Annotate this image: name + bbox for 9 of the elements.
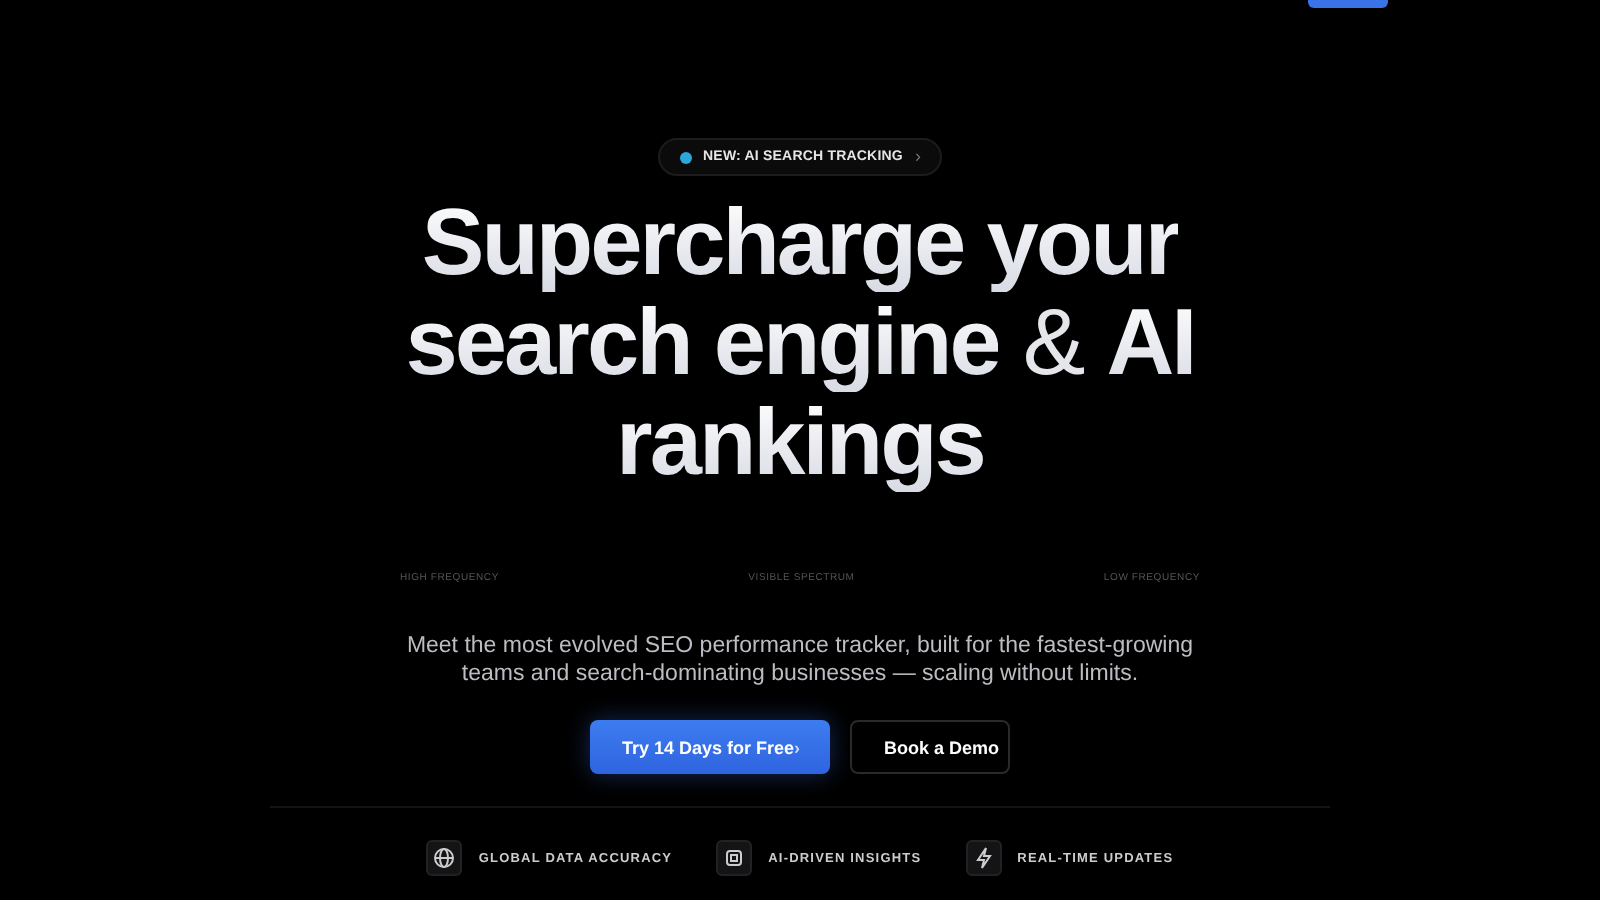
globe-icon <box>426 840 463 876</box>
lightning-icon <box>965 840 1002 876</box>
chevron-icon: › <box>914 148 921 166</box>
description-text: Meet the most evolved SEO performance tracker, built for the fastest-growing teams and search-dominating businesses — scaling without limits. <box>404 632 1196 688</box>
demo-button[interactable]: Book a Demo <box>850 720 1010 774</box>
chip-icon <box>716 840 753 876</box>
status-dot-icon <box>679 151 692 163</box>
headline-text: & <box>1022 292 1083 392</box>
trial-button[interactable]: Try 14 Days for Free› <box>590 720 830 774</box>
